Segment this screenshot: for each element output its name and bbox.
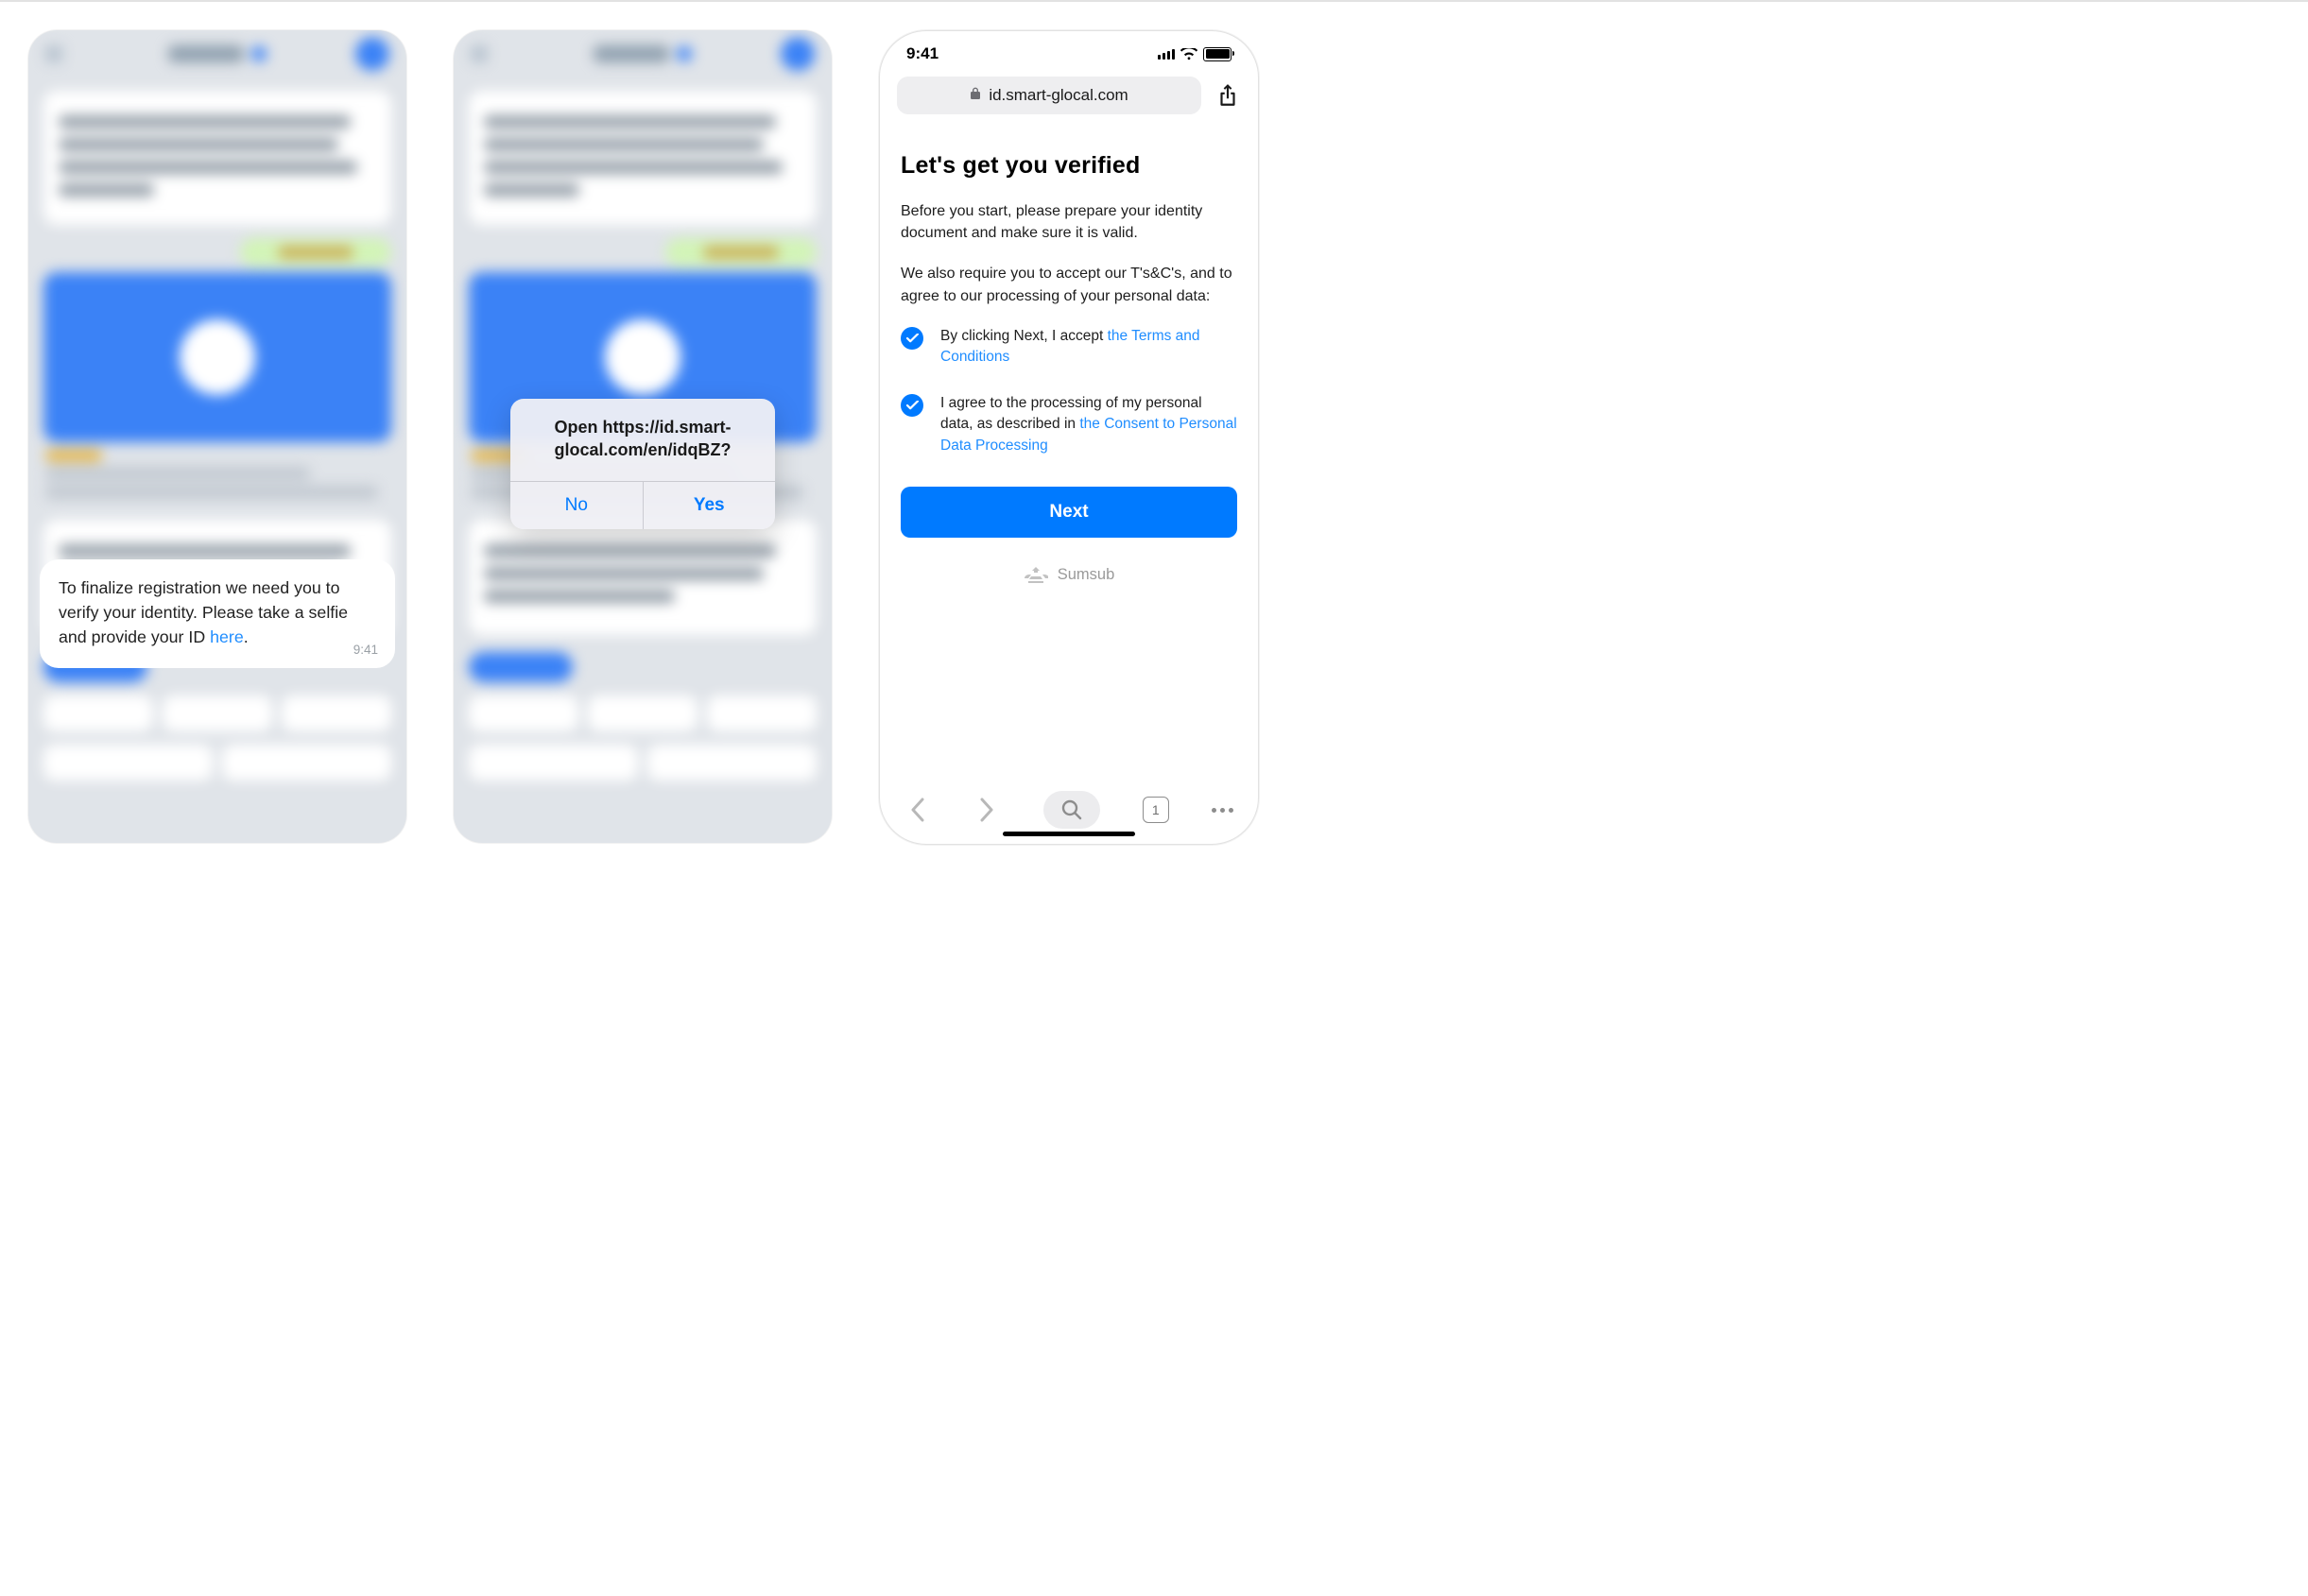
address-bar[interactable]: id.smart-glocal.com xyxy=(897,77,1201,114)
next-button[interactable]: Next xyxy=(901,487,1237,538)
consent-check-row: I agree to the processing of my personal… xyxy=(901,393,1237,456)
chat-message-text: To finalize registration we need you to … xyxy=(59,578,348,646)
chat-message-time: 9:41 xyxy=(353,641,378,660)
forward-button[interactable] xyxy=(973,797,1000,823)
battery-icon xyxy=(1203,47,1232,61)
cellular-icon xyxy=(1158,48,1175,60)
home-indicator xyxy=(1003,832,1135,836)
phone-2-open-url-alert: Open https://id.smart- glocal.com/en/idq… xyxy=(454,30,832,843)
wifi-icon xyxy=(1180,48,1197,60)
provider-brand-label: Sumsub xyxy=(1058,566,1115,584)
search-button[interactable] xyxy=(1043,791,1100,829)
screenshot-gallery: To finalize registration we need you to … xyxy=(0,0,2308,883)
chat-message-bubble: To finalize registration we need you to … xyxy=(40,559,395,668)
intro-paragraph-1: Before you start, please prepare your id… xyxy=(901,200,1237,244)
sumsub-logo-icon xyxy=(1024,564,1048,585)
tabs-button[interactable]: 1 xyxy=(1143,797,1169,823)
browser-toolbar: id.smart-glocal.com xyxy=(880,67,1258,126)
lock-icon xyxy=(970,86,981,105)
provider-brand: Sumsub xyxy=(901,564,1237,585)
back-button[interactable] xyxy=(904,797,931,823)
open-url-alert: Open https://id.smart- glocal.com/en/idq… xyxy=(510,399,775,529)
alert-no-button[interactable]: No xyxy=(510,482,644,529)
more-button[interactable] xyxy=(1212,808,1233,813)
terms-checkbox[interactable] xyxy=(901,327,923,350)
address-bar-url: id.smart-glocal.com xyxy=(989,86,1128,105)
verify-id-link[interactable]: here xyxy=(210,627,244,646)
alert-yes-button[interactable]: Yes xyxy=(644,482,776,529)
share-button[interactable] xyxy=(1214,82,1241,109)
phone-1-chat-bubble: To finalize registration we need you to … xyxy=(28,30,406,843)
page-content: Let's get you verified Before you start,… xyxy=(880,126,1258,585)
status-time: 9:41 xyxy=(906,44,939,63)
intro-paragraph-2: We also require you to accept our T's&C'… xyxy=(901,263,1237,306)
alert-message: Open https://id.smart- glocal.com/en/idq… xyxy=(510,399,775,481)
status-bar: 9:41 xyxy=(880,31,1258,67)
consent-checkbox[interactable] xyxy=(901,394,923,417)
phone-3-verification-page: 9:41 id.smart-glocal.com Let's get yo xyxy=(879,30,1259,845)
blurred-chat-bg xyxy=(28,30,406,843)
page-title: Let's get you verified xyxy=(901,152,1237,180)
terms-check-row: By clicking Next, I accept the Terms and… xyxy=(901,326,1237,369)
